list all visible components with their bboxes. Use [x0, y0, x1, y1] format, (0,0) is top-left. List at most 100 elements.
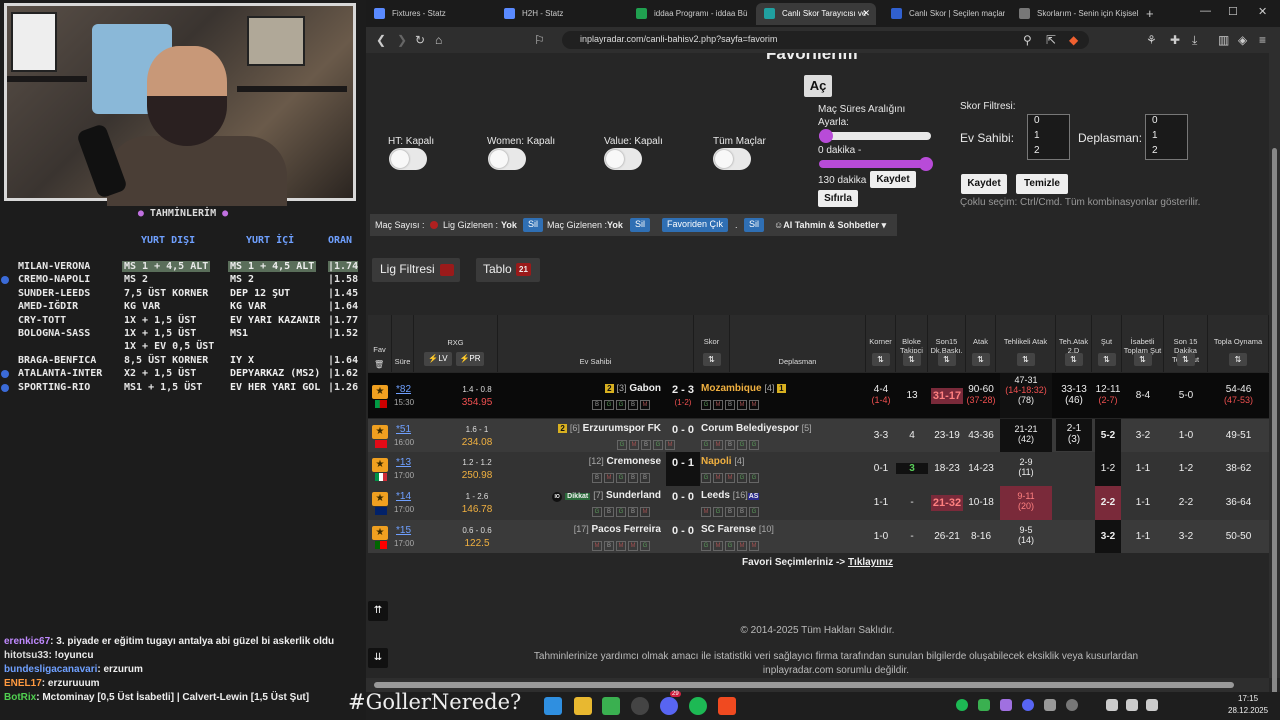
option[interactable]: 2	[1028, 145, 1069, 160]
column-header-korner[interactable]: Korner ⇅	[866, 315, 896, 372]
option[interactable]: 0	[1028, 115, 1069, 130]
column-header-son15sut[interactable]: Son 15 Dakika Topl.Şut⇅	[1164, 315, 1208, 372]
match-minute[interactable]: *15	[396, 525, 411, 536]
table-row[interactable]: ★ *13 17:00 1.2 - 1.2 250.98 [12] Cremonese B M…	[368, 452, 1269, 486]
table-row[interactable]: ★ *15 17:00 0.6 - 0.6 122.5 [17] Pacos Ferrei…	[368, 520, 1269, 553]
away-team[interactable]: Napoli [4]	[701, 456, 744, 467]
battery-icon[interactable]	[1146, 699, 1158, 711]
clock[interactable]: 17:15 28.12.2025	[1228, 693, 1268, 717]
match-minute[interactable]: *14	[396, 491, 411, 502]
value-toggle[interactable]	[604, 148, 642, 170]
column-header-atak[interactable]: Atak ⇅	[966, 315, 996, 372]
delete-league-button[interactable]: Sil	[523, 218, 544, 232]
maximize-button[interactable]: ☐	[1228, 5, 1238, 18]
bookmark-icon[interactable]: ⚐	[534, 33, 545, 47]
match-minute[interactable]: *13	[396, 457, 411, 468]
click-here-link[interactable]: Tıklayınız	[848, 557, 893, 568]
discord-icon[interactable]: 29	[660, 691, 681, 715]
wifi-icon[interactable]	[1106, 699, 1118, 711]
forward-icon[interactable]: ❯	[397, 33, 407, 47]
tray-chevron-icon[interactable]	[1066, 699, 1078, 711]
extension-icon[interactable]: ⚘	[1146, 33, 1157, 47]
sidebar-icon[interactable]: ▥	[1218, 33, 1229, 47]
column-header-tehlikeli[interactable]: Tehlikeli Atak ⇅	[996, 315, 1056, 372]
sort-icon[interactable]: ⇅	[1097, 353, 1116, 366]
share-icon[interactable]: ⇱	[1046, 33, 1056, 47]
download-icon[interactable]: ⤓	[1192, 33, 1197, 48]
range-slider-min[interactable]	[819, 129, 931, 143]
favorite-star-icon[interactable]: ★	[372, 458, 388, 472]
column-header-topla[interactable]: Topla Oynama ⇅	[1208, 315, 1269, 372]
reset-range-button[interactable]: Sıfırla	[818, 190, 858, 207]
tab[interactable]: Skorlarım - Senin için Kişisel	[1011, 3, 1139, 25]
tray-discord-icon[interactable]	[1022, 699, 1034, 711]
ai-dropdown[interactable]: ☺AI Tahmin & Sohbetler ▾	[774, 220, 886, 231]
column-header-skor[interactable]: Skor ⇅	[694, 315, 730, 372]
trash-icon[interactable]: 🗑	[374, 360, 384, 369]
favorite-star-icon[interactable]: ★	[372, 384, 388, 399]
puzzle-icon[interactable]: ✚	[1170, 33, 1180, 47]
favorite-star-icon[interactable]: ★	[372, 424, 388, 439]
chat-user[interactable]: BotRix	[4, 692, 36, 703]
women-toggle[interactable]	[488, 148, 526, 170]
match-minute[interactable]: *51	[396, 424, 411, 435]
match-minute[interactable]: *82	[396, 384, 411, 395]
home-icon[interactable]: ⌂	[435, 33, 442, 47]
sort-icon[interactable]: ⇅	[1176, 353, 1195, 366]
back-icon[interactable]: ❮	[376, 33, 386, 47]
remove-favorite-button[interactable]: Favoriden Çık	[662, 218, 729, 232]
home-team[interactable]: [12] Cremonese	[589, 456, 661, 467]
zoom-icon[interactable]: ⚲	[1023, 33, 1032, 47]
close-window-button[interactable]: ✕	[1258, 5, 1267, 18]
tab[interactable]: iddaa Programı - iddaa Bü	[628, 3, 750, 25]
tab[interactable]: Canlı Skor Tarayıcısı ve ✕	[756, 3, 876, 25]
url-input[interactable]: inplayradar.com/canli-bahisv2.php?sayfa=…	[562, 31, 1089, 49]
away-team[interactable]: SC Farense [10]	[701, 524, 774, 535]
sort-icon[interactable]: ⇅	[702, 353, 721, 366]
home-team[interactable]: 2 [3] Gabon	[605, 383, 661, 394]
chat-user[interactable]: erenkic67	[4, 636, 50, 647]
away-team[interactable]: Corum Belediyespor [5]	[701, 423, 812, 434]
rxg-lv-button[interactable]: ⚡LV	[424, 352, 452, 366]
save-range-button[interactable]: Kaydet	[870, 171, 916, 188]
scroll-top-button[interactable]: ⇈	[368, 601, 388, 621]
chat-user[interactable]: ENEL17	[4, 678, 42, 689]
open-button[interactable]: Aç	[804, 75, 832, 97]
sort-icon[interactable]: ⇅	[902, 353, 921, 366]
chat-user[interactable]: bundesligacanavari	[4, 664, 97, 675]
menu-icon[interactable]: ≡	[1259, 33, 1266, 47]
option[interactable]: 0	[1146, 115, 1187, 130]
sort-icon[interactable]: ⇅	[937, 353, 956, 366]
tab[interactable]: Fixtures - Statz	[366, 3, 488, 25]
obs-icon[interactable]	[631, 697, 649, 715]
favorite-star-icon[interactable]: ★	[372, 492, 388, 506]
column-header-sut[interactable]: Şut ⇅	[1092, 315, 1122, 372]
rxg-pr-button[interactable]: ⚡PR	[456, 352, 484, 366]
brave-icon[interactable]	[718, 697, 736, 715]
tab[interactable]: Canlı Skor | Seçilen maçlar	[883, 3, 1005, 25]
tray-spotify-icon[interactable]	[956, 699, 968, 711]
away-team[interactable]: Mozambique [4] 1	[701, 383, 786, 394]
favorite-star-icon[interactable]: ★	[372, 525, 388, 540]
table-button[interactable]: Tablo 21	[476, 258, 540, 282]
delete-match-button[interactable]: Sil	[630, 218, 651, 232]
table-row[interactable]: ★ *14 17:00 1 - 2.6 146.78 IO Dikkat [7] Sunder…	[368, 486, 1269, 520]
minimize-button[interactable]: —	[1200, 5, 1211, 17]
all-matches-toggle[interactable]	[713, 148, 751, 170]
tray-app-icon[interactable]	[978, 699, 990, 711]
sort-icon[interactable]: ⇅	[1016, 353, 1035, 366]
start-icon[interactable]	[544, 697, 562, 715]
option[interactable]: 2	[1146, 145, 1187, 160]
new-tab-button[interactable]: +	[1146, 6, 1154, 21]
file-explorer-icon[interactable]	[574, 697, 592, 715]
notepad-icon[interactable]	[602, 697, 620, 715]
range-slider-max[interactable]	[819, 157, 933, 171]
column-header-bloke[interactable]: Bloke Takipçi ⇅	[896, 315, 928, 372]
option[interactable]: 1	[1028, 130, 1069, 145]
league-filter-button[interactable]: Lig Filtresi	[372, 258, 460, 282]
scroll-bottom-button[interactable]: ⇊	[368, 648, 388, 668]
column-header-son15[interactable]: Son15 Dk.Baskı. ⇅	[928, 315, 966, 372]
sort-icon[interactable]: ⇅	[871, 353, 890, 366]
column-header-isabetli[interactable]: İsabetli Toplam Şut ⇅	[1122, 315, 1164, 372]
table-row[interactable]: ★ *51 16:00 1.6 - 1 234.08 2 [6] Erzurumspor F…	[368, 419, 1269, 452]
